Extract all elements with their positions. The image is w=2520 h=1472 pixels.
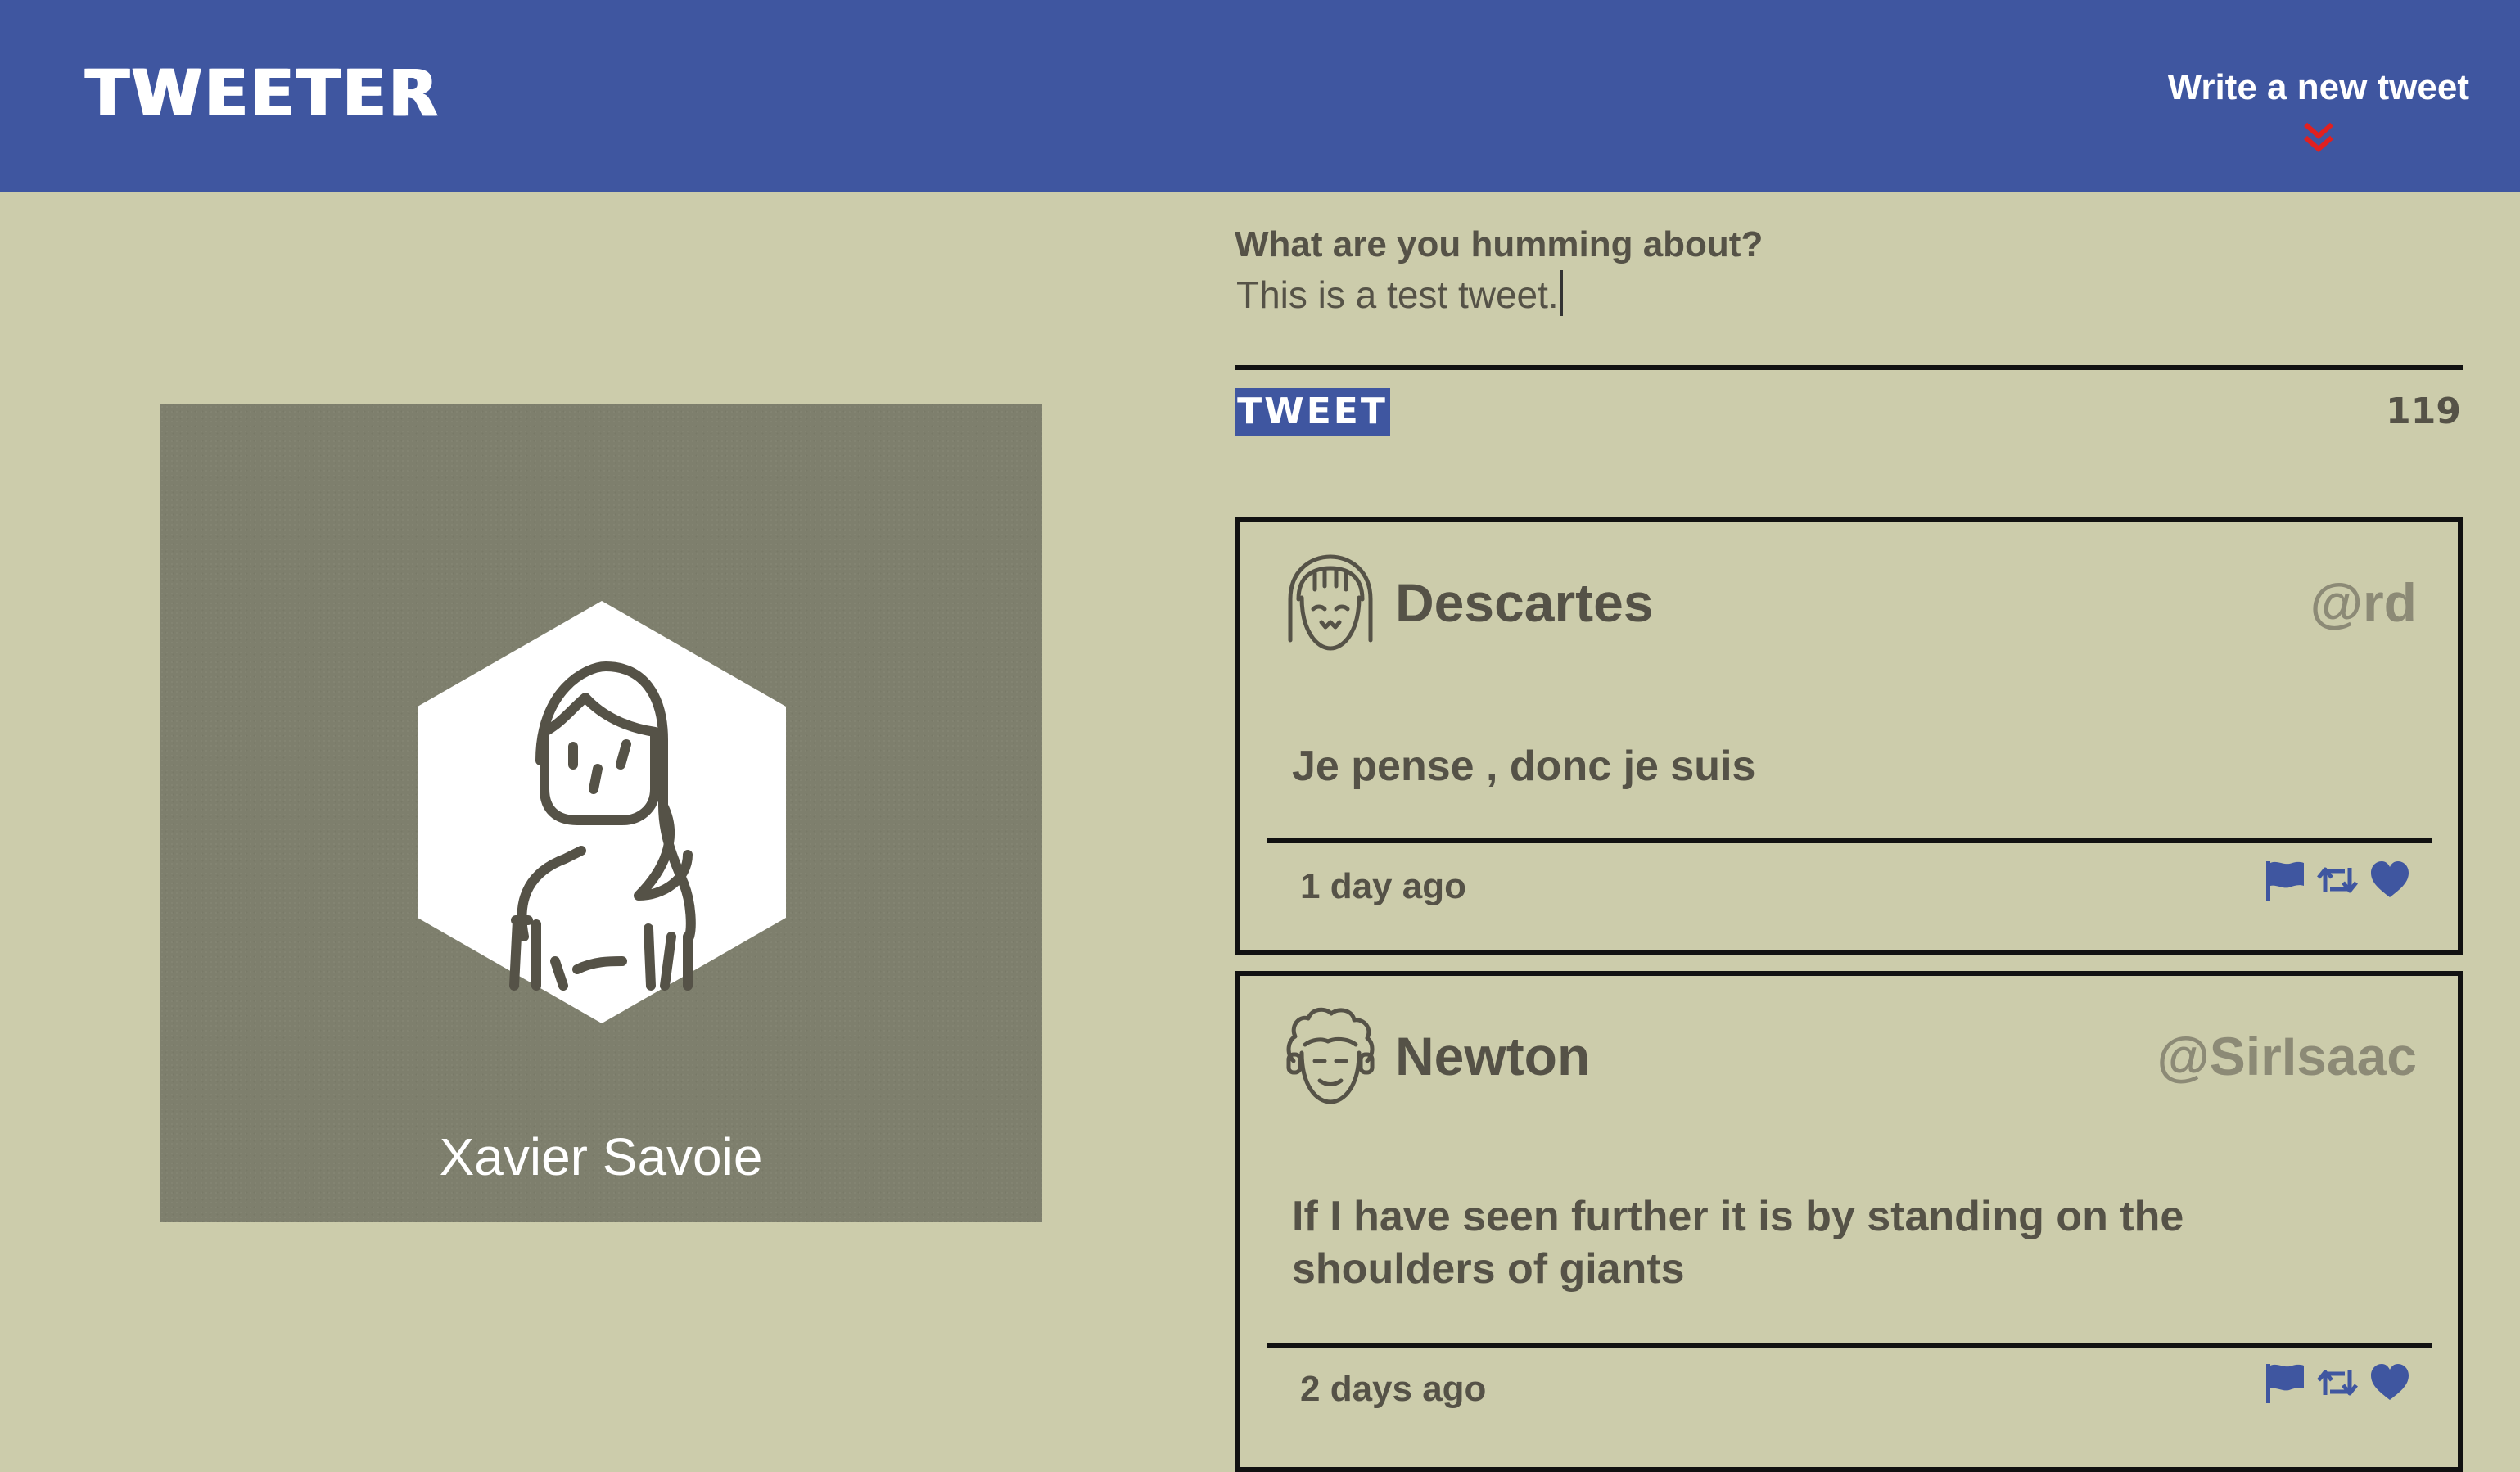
heart-icon[interactable] — [2368, 858, 2412, 902]
girl-face-avatar-icon — [1288, 554, 1373, 651]
write-new-tweet-link[interactable]: Write a new tweet — [2168, 67, 2469, 108]
text-caret — [1560, 270, 1563, 316]
tweet-text: If I have seen further it is by standing… — [1292, 1193, 2184, 1293]
tweet-author-handle[interactable]: @rd — [2310, 571, 2417, 634]
tweet-submit-button[interactable]: TWEET — [1235, 388, 1390, 436]
tweet-card: Descartes @rd Je pense , donc je suis 1 … — [1235, 517, 2463, 955]
profile-card: Xavier Savoie — [160, 404, 1042, 1222]
retweet-icon[interactable] — [2315, 1361, 2360, 1405]
tweet-timestamp: 2 days ago — [1300, 1369, 1487, 1409]
top-navbar: TWEETER Write a new tweet — [0, 0, 2520, 192]
profile-name: Xavier Savoie — [439, 1127, 763, 1186]
tweet-author-name[interactable]: Descartes — [1395, 571, 1654, 634]
tweet-divider — [1267, 838, 2432, 843]
retweet-icon[interactable] — [2315, 858, 2360, 902]
tweet-divider — [1267, 1343, 2432, 1348]
tweet-actions — [2263, 1361, 2412, 1405]
tweet-actions — [2263, 858, 2412, 902]
flag-icon[interactable] — [2263, 858, 2307, 902]
hexagon-avatar-icon — [418, 601, 786, 1023]
curly-hair-face-avatar-icon — [1286, 1007, 1375, 1104]
character-counter: 119 — [2386, 391, 2461, 432]
heart-icon[interactable] — [2368, 1361, 2412, 1405]
tweet-timestamp: 1 day ago — [1300, 866, 1466, 906]
tweet-author-name[interactable]: Newton — [1395, 1025, 1590, 1087]
chevron-double-down-icon[interactable] — [2299, 120, 2338, 156]
compose-prompt-label: What are you humming about? — [1235, 224, 1764, 264]
flag-icon[interactable] — [2263, 1361, 2307, 1405]
tweet-card: Newton @SirIsaac If I have seen further … — [1235, 971, 2463, 1472]
tweet-textarea-value: This is a test tweet. — [1236, 273, 1559, 316]
compose-divider — [1235, 365, 2463, 370]
brand-logo[interactable]: TWEETER — [85, 57, 440, 131]
tweet-author-handle[interactable]: @SirIsaac — [2156, 1025, 2417, 1087]
tweet-text: Je pense , donc je suis — [1292, 743, 1756, 790]
tweet-textarea[interactable]: This is a test tweet. — [1236, 270, 2448, 321]
